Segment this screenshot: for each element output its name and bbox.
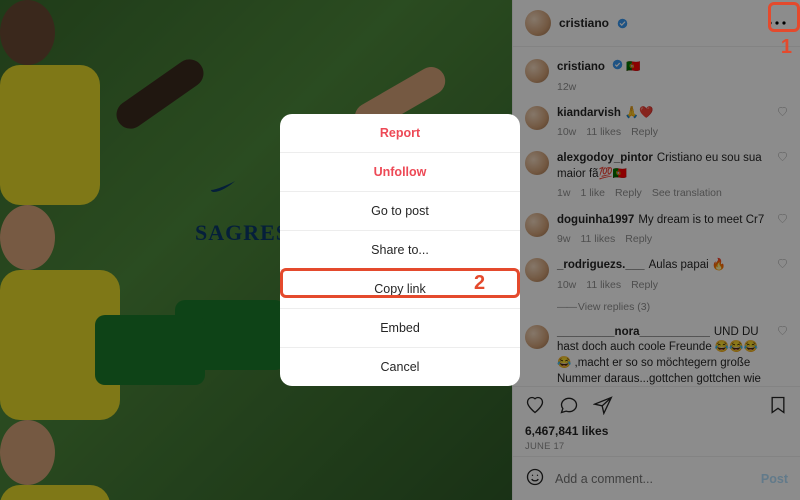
menu-share-to[interactable]: Share to... <box>280 231 520 270</box>
menu-report[interactable]: Report <box>280 114 520 153</box>
annotation-number-1: 1 <box>781 36 792 59</box>
menu-go-to-post[interactable]: Go to post <box>280 192 520 231</box>
options-menu: Report Unfollow Go to post Share to... C… <box>280 114 520 386</box>
modal-overlay[interactable]: Report Unfollow Go to post Share to... C… <box>0 0 800 500</box>
menu-unfollow[interactable]: Unfollow <box>280 153 520 192</box>
menu-embed[interactable]: Embed <box>280 309 520 348</box>
menu-cancel[interactable]: Cancel <box>280 348 520 386</box>
annotation-number-2: 2 <box>474 272 485 295</box>
